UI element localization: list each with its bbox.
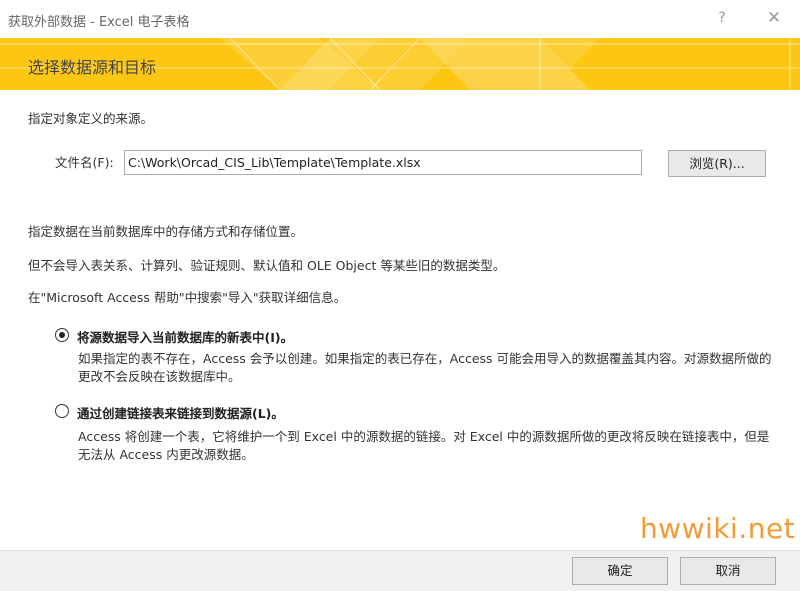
watermark-text: hwwiki.net (640, 512, 796, 545)
storage-line-3: 在"Microsoft Access 帮助"中搜索"导入"获取详细信息。 (28, 290, 347, 305)
import-radio[interactable] (55, 328, 69, 342)
header-banner: 选择数据源和目标 (0, 38, 800, 90)
file-name-input[interactable]: C:\Work\Orcad_CIS_Lib\Template\Template.… (124, 150, 642, 175)
browse-button[interactable]: 浏览(R)... (668, 150, 766, 177)
import-option-label[interactable]: 将源数据导入当前数据库的新表中(I)。 (77, 327, 293, 346)
storage-line-1: 指定数据在当前数据库中的存储方式和存储位置。 (28, 224, 304, 239)
import-option-desc: 如果指定的表不存在，Access 会予以创建。如果指定的表已存在，Access … (78, 351, 772, 384)
link-option-desc: Access 将创建一个表，它将维护一个到 Excel 中的源数据的链接。对 E… (78, 429, 770, 462)
ok-button[interactable]: 确定 (572, 557, 668, 585)
link-radio[interactable] (55, 404, 69, 418)
window-title: 获取外部数据 - Excel 电子表格 (8, 15, 190, 30)
banner-title: 选择数据源和目标 (28, 58, 157, 77)
help-icon[interactable]: ? (712, 8, 732, 28)
file-name-label: 文件名(F): (55, 155, 114, 170)
close-icon[interactable]: ✕ (760, 6, 788, 30)
window-titlebar: 获取外部数据 - Excel 电子表格 ? ✕ (0, 0, 800, 38)
link-option-label[interactable]: 通过创建链接表来链接到数据源(L)。 (77, 403, 284, 422)
source-intro: 指定对象定义的来源。 (28, 111, 154, 126)
cancel-button[interactable]: 取消 (680, 557, 776, 585)
storage-line-2: 但不会导入表关系、计算列、验证规则、默认值和 OLE Object 等某些旧的数… (28, 258, 506, 273)
